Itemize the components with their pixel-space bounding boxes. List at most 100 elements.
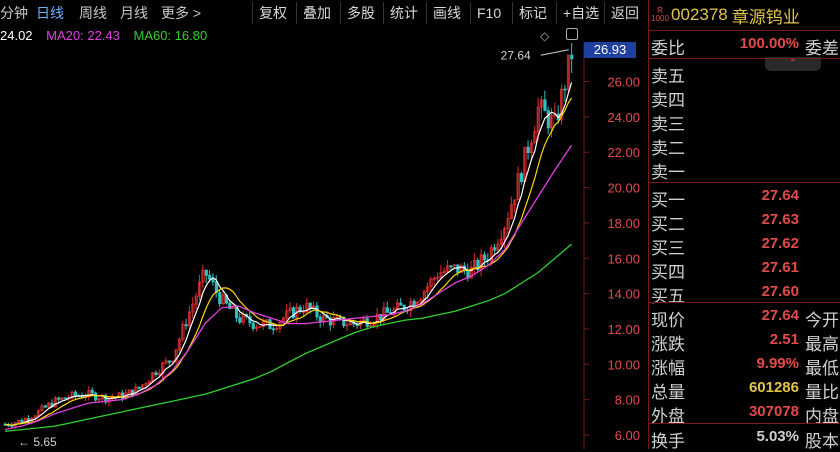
y-tick-label: 24.00 (607, 110, 640, 125)
divider (649, 302, 840, 303)
ask-row: 卖四 (649, 84, 840, 110)
f10-button[interactable]: F10 (470, 2, 507, 24)
candle-body (563, 88, 567, 91)
divider (649, 423, 840, 424)
candle-body (526, 146, 530, 154)
stat-row: 现价 27.64 今开 (649, 304, 840, 330)
candle-body (308, 302, 312, 309)
candle-body (20, 419, 24, 424)
bid-price: 27.61 (761, 259, 799, 276)
stat-value: 601286 (748, 379, 799, 396)
ma20-value: MA20: 22.43 (46, 28, 120, 43)
bid-price: 27.64 (761, 187, 799, 204)
bid-row: 买三 27.62 (649, 232, 840, 258)
stat-row: 涨幅 9.99% 最低 (649, 352, 840, 378)
chart-toolbar: 分钟 日线 周线 月线 更多 > 复权 叠加 多股 统计 画线 F10 标记 +… (0, 0, 648, 27)
turnover-label: 换手 (651, 432, 685, 451)
high-annotation: 27.64 (501, 48, 531, 62)
candle-body (238, 317, 242, 323)
ma5-value: 24.02 (0, 28, 33, 43)
order-ratio-value: 100.00% (739, 35, 799, 52)
bid-row: 买五 27.60 (649, 280, 840, 306)
ma20-line (4, 144, 573, 431)
candle-body (167, 360, 172, 363)
bid-price: 27.63 (761, 211, 799, 228)
y-tick-label: 18.00 (607, 216, 640, 231)
tab-weekly[interactable]: 周线 (79, 3, 107, 23)
candle-body (315, 305, 319, 318)
divider (649, 58, 840, 59)
quote-panel: R 1000 002378 章源钨业 委比 100.00% 委差 ⌃ 卖五 卖四卖… (648, 0, 840, 451)
y-tick-label: 8.00 (615, 393, 640, 408)
multi-stock-button[interactable]: 多股 (340, 2, 381, 24)
stat-row: 涨跌 2.51 最高 (649, 328, 840, 354)
candle-body (137, 386, 141, 389)
candle-body (208, 274, 212, 280)
ask-row: 卖五 (649, 60, 840, 86)
diamond-icon[interactable]: ◇ (540, 29, 549, 43)
order-ratio-label: 委比 (651, 39, 685, 58)
candle-body (251, 322, 255, 329)
y-tick-label: 16.00 (607, 251, 640, 266)
candle-body (228, 302, 232, 310)
current-price-tag: 26.93 (584, 42, 636, 58)
adjust-button[interactable]: 复权 (252, 2, 293, 24)
order-ratio-row: 委比 100.00% 委差 (649, 32, 840, 58)
bid-price: 27.60 (761, 283, 799, 300)
tab-more[interactable]: 更多 > (161, 3, 201, 23)
candle-body (570, 54, 574, 60)
turnover-value: 5.03% (756, 428, 799, 445)
turnover-row: 换手 5.03% 股本 (649, 425, 840, 451)
mark-button[interactable]: 标记 (512, 2, 553, 24)
candle-body (154, 372, 158, 376)
candle-body (271, 328, 275, 331)
y-tick-label: 6.00 (615, 428, 640, 443)
candle-body (204, 269, 208, 276)
ma60-value: MA60: 16.80 (133, 28, 208, 43)
tab-daily[interactable]: 日线 (36, 3, 64, 23)
share-capital-label: 股本 (805, 432, 839, 451)
ask-row: 卖二 (649, 132, 840, 158)
window-icon[interactable] (566, 28, 578, 40)
stat-row: 外盘 307078 内盘 (649, 400, 840, 426)
add-watchlist-button[interactable]: +自选 (556, 2, 605, 24)
stock-header: R 1000 002378 章源钨业 (649, 0, 840, 31)
low-annotation: ← 5.65 (18, 435, 57, 449)
ask-label: 卖一 (651, 163, 685, 182)
stat-row: 总量 601286 量比 (649, 376, 840, 402)
bid-row: 买一 27.64 (649, 184, 840, 210)
ask-row: 卖三 (649, 108, 840, 134)
bid-price: 27.62 (761, 235, 799, 252)
draw-line-button[interactable]: 画线 (426, 2, 467, 24)
stat-value: 9.99% (756, 355, 799, 372)
candle-body (449, 265, 453, 268)
bid-row: 买四 27.61 (649, 256, 840, 282)
candle-body (543, 99, 547, 112)
overlay-button[interactable]: 叠加 (296, 2, 337, 24)
candle-body (456, 264, 460, 274)
candle-body (546, 110, 550, 129)
back-button[interactable]: 返回 (604, 2, 645, 24)
high-pointer (540, 49, 569, 56)
candle-body (184, 324, 188, 327)
stat-value: 27.64 (761, 307, 799, 324)
candlestick-chart[interactable]: 26.00 24.00 22.00 20.00 18.00 16.00 14.00 12.00… (0, 42, 648, 449)
candle-body (74, 391, 78, 397)
order-diff-label: 委差 (805, 39, 839, 58)
rights-badge: R 1000 (651, 7, 669, 23)
candle-body (211, 278, 215, 283)
candle-body (63, 397, 68, 400)
y-tick-label: 12.00 (607, 322, 640, 337)
ma5-line (4, 82, 573, 426)
ma-legend: 24.02 MA20: 22.43 MA60: 16.80 (0, 28, 207, 43)
statistics-button[interactable]: 统计 (383, 2, 424, 24)
tab-monthly[interactable]: 月线 (120, 3, 148, 23)
bid-row: 买二 27.63 (649, 208, 840, 234)
y-tick-label: 14.00 (607, 287, 640, 302)
candle-body (412, 300, 416, 306)
stock-name: 章源钨业 (731, 7, 800, 27)
candle-body (57, 397, 61, 400)
candle-body (43, 405, 47, 408)
tab-minute[interactable]: 分钟 (0, 3, 28, 23)
candle-body (218, 291, 222, 305)
